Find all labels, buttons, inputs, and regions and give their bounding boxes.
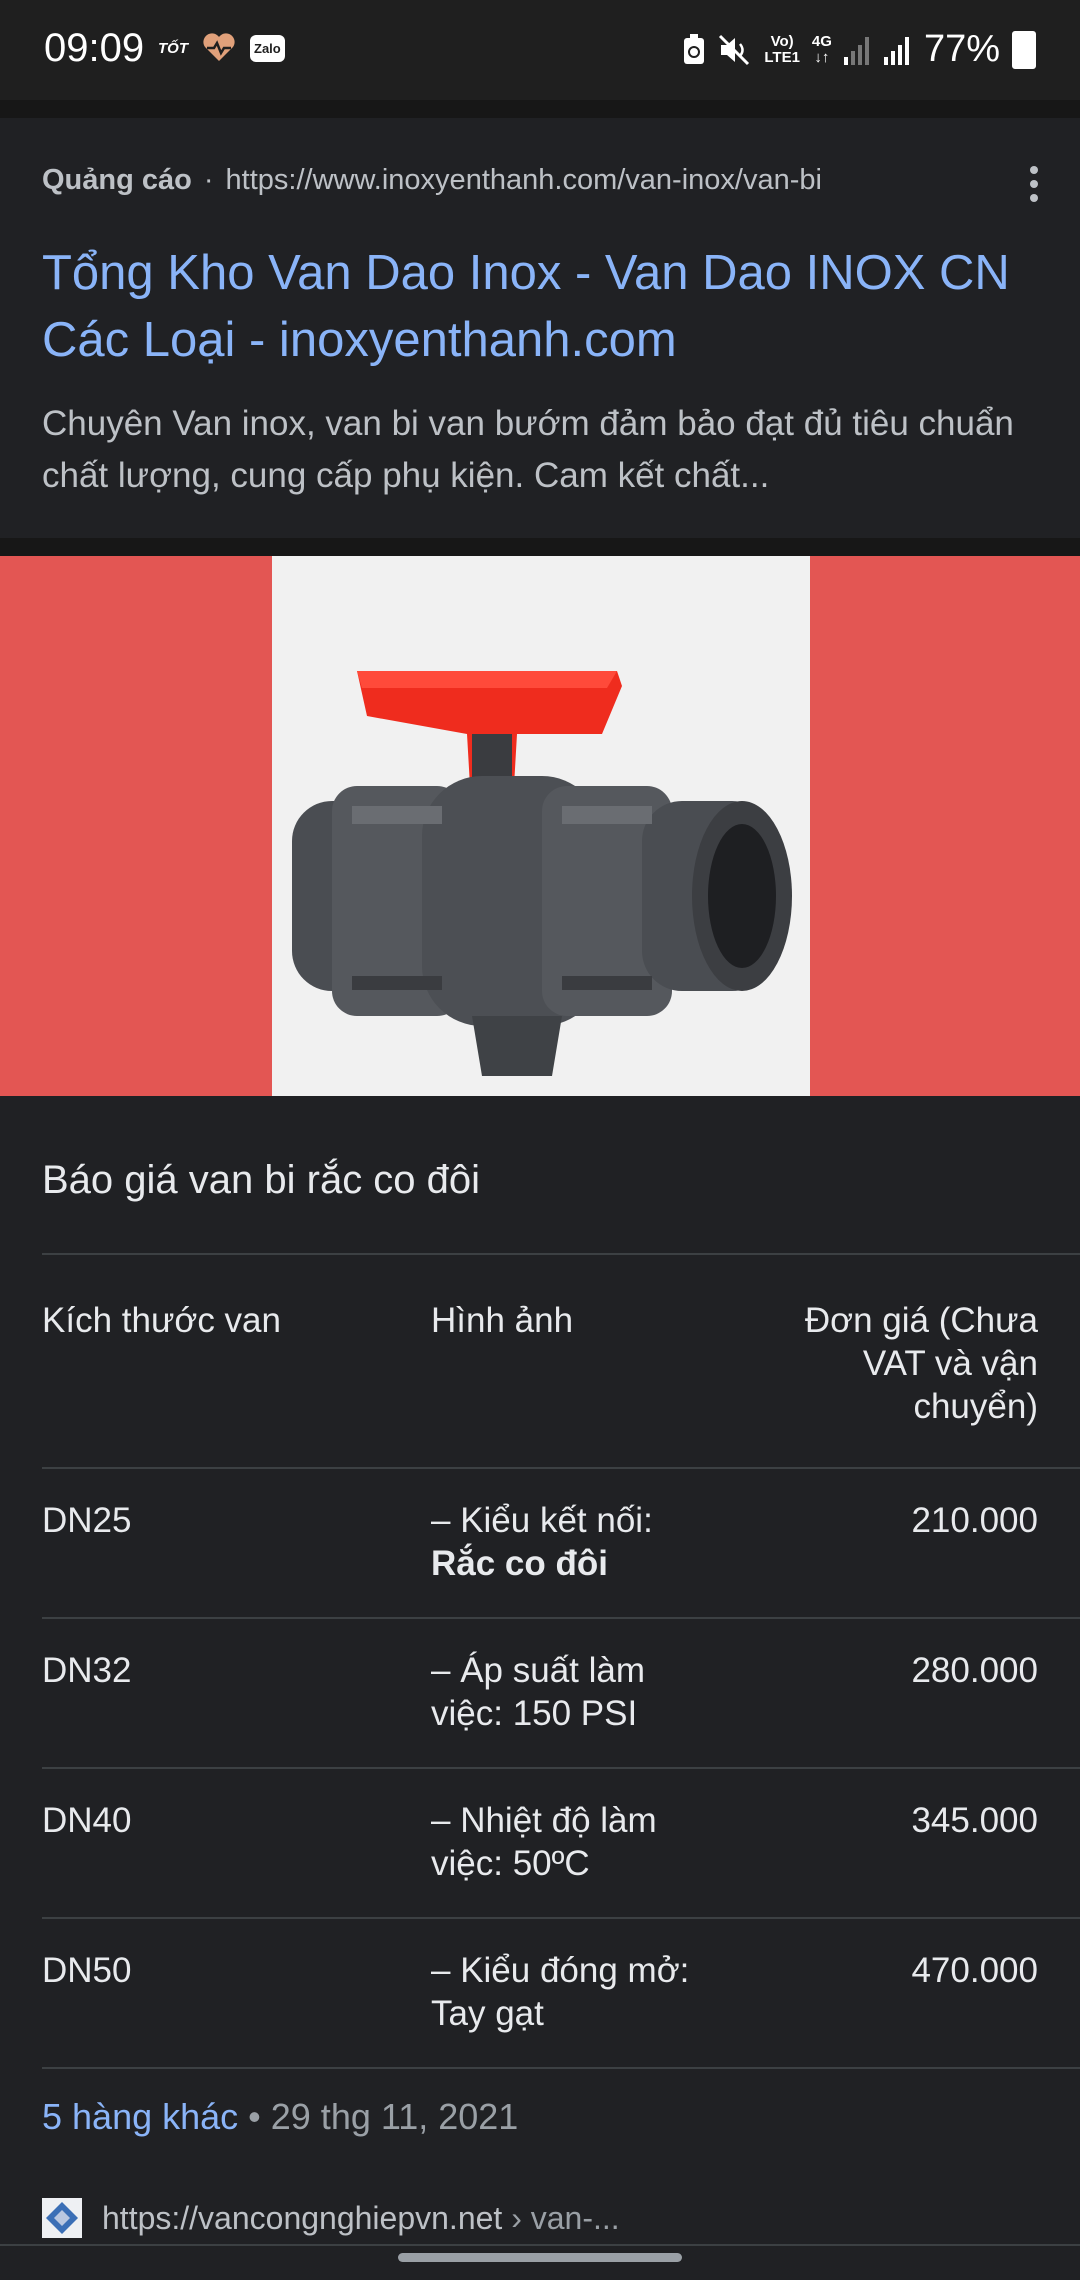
ad-result-card[interactable]: Quảng cáo · https://www.inoxyenthanh.com/v… [0, 118, 1080, 538]
cell-size: DN25 [42, 1501, 132, 1540]
table-row: DN32 – Áp suất làm việc: 150 PSI 280.000 [42, 1617, 1080, 1767]
volte-icon: Vo) LTE1 [764, 32, 800, 66]
table-header-row: Kích thước van Hình ảnh Đơn giá (Chưa VA… [42, 1253, 1080, 1467]
cell-price: 470.000 [911, 1951, 1038, 1990]
network-type-icon: 4G ↓↑ [811, 32, 832, 66]
cell-price: 210.000 [911, 1501, 1038, 1540]
health-heart-icon [203, 33, 235, 61]
battery-saver-icon [684, 33, 705, 64]
mute-icon [719, 34, 750, 65]
ad-title-link[interactable]: Tổng Kho Van Dao Inox - Van Dao INOX CN … [42, 240, 1042, 374]
header-image: Hình ảnh [431, 1301, 574, 1340]
next-result-url[interactable]: https://vancongnghiepvn.net › van-... [102, 2200, 620, 2237]
status-time: 09:09 [44, 26, 145, 70]
more-rows-link[interactable]: 5 hàng khác [42, 2096, 238, 2137]
ball-valve-picture [292, 671, 792, 1076]
cell-desc: – Kiểu đóng mở: Tay gạt [431, 1951, 690, 2033]
signal-sim1-icon [843, 36, 869, 65]
battery-percentage: 77% [923, 28, 1000, 70]
ad-label: Quảng cáo [42, 164, 192, 196]
status-bar: 09:09 TỐT Zalo Vo) LTE1 4G ↓↑ 77% [0, 0, 1080, 100]
more-options-icon[interactable] [1030, 166, 1038, 202]
header-price: Đơn giá (Chưa VAT và vận chuyển) [804, 1301, 1038, 1426]
result-image[interactable] [0, 556, 1080, 1096]
notification-icons: TỐT Zalo [158, 33, 285, 63]
cell-desc: – Kiểu kết nối: Rắc co đôi [431, 1501, 653, 1583]
cell-price: 345.000 [911, 1801, 1038, 1840]
zalo-icon: Zalo [250, 34, 285, 62]
table-row: DN40 – Nhiệt độ làm việc: 50ºC 345.000 [42, 1767, 1080, 1917]
ad-separator: · [203, 164, 214, 196]
home-gesture-bar[interactable] [398, 2253, 682, 2262]
signal-sim2-icon [883, 36, 909, 65]
cell-desc: – Áp suất làm việc: 150 PSI [431, 1651, 645, 1733]
more-separator: • [248, 2096, 261, 2137]
ad-meta: Quảng cáo · https://www.inoxyenthanh.com/v… [42, 164, 822, 197]
ball-valve-image [272, 556, 810, 1096]
more-rows-line: 5 hàng khác • 29 thg 11, 2021 [42, 2096, 518, 2138]
tot-badge-icon: TỐT [158, 39, 188, 57]
cell-desc: – Nhiệt độ làm việc: 50ºC [431, 1801, 657, 1883]
section-divider [0, 100, 1080, 118]
cell-price: 280.000 [911, 1651, 1038, 1690]
next-result[interactable]: https://vancongnghiepvn.net › van-... [42, 2198, 620, 2238]
header-size: Kích thước van [42, 1301, 281, 1340]
price-table: Kích thước van Hình ảnh Đơn giá (Chưa VA… [42, 1253, 1080, 2069]
section-divider [0, 538, 1080, 556]
cell-size: DN40 [42, 1801, 132, 1840]
system-icons: Vo) LTE1 4G ↓↑ 77% [682, 28, 1036, 71]
ad-url[interactable]: https://www.inoxyenthanh.com/van-inox/va… [226, 164, 822, 196]
nav-divider [0, 2244, 1080, 2246]
site-favicon-icon [42, 2198, 82, 2238]
snippet-title: Báo giá van bi rắc co đôi [42, 1158, 481, 1202]
snippet-date: 29 thg 11, 2021 [270, 2096, 519, 2137]
table-row: DN50 – Kiểu đóng mở: Tay gạt 470.000 [42, 1917, 1080, 2069]
ad-description: Chuyên Van inox, van bi van bướm đảm bảo… [42, 404, 1014, 495]
battery-icon [1012, 30, 1036, 69]
cell-size: DN50 [42, 1951, 132, 1990]
cell-size: DN32 [42, 1651, 132, 1690]
table-row: DN25 – Kiểu kết nối: Rắc co đôi 210.000 [42, 1467, 1080, 1617]
